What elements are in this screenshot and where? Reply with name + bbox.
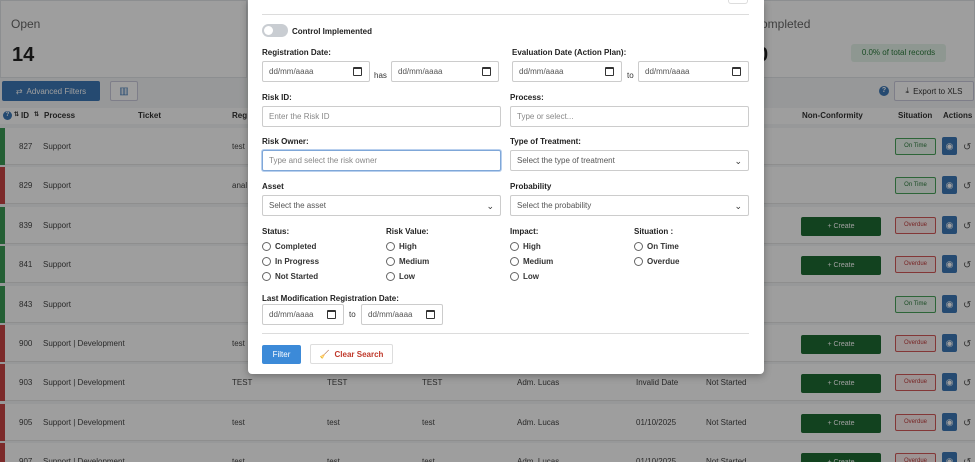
calendar-icon[interactable]	[353, 67, 362, 76]
control-implemented-toggle[interactable]	[262, 24, 288, 37]
date-placeholder: dd/mm/aaaa	[368, 310, 413, 319]
probability-selected-value: Select the probability	[517, 201, 592, 210]
risk-value-high-radio[interactable]	[386, 242, 395, 251]
evaluation-date-to[interactable]: dd/mm/aaaa	[638, 61, 749, 82]
calendar-icon[interactable]	[482, 67, 491, 76]
date-placeholder: dd/mm/aaaa	[645, 67, 690, 76]
calendar-icon[interactable]	[426, 310, 435, 319]
treatment-label: Type of Treatment:	[510, 137, 581, 146]
registration-date-from[interactable]: dd/mm/aaaa	[262, 61, 370, 82]
risk-value-medium-radio[interactable]	[386, 257, 395, 266]
risk-owner-input[interactable]: Type and select the risk owner	[262, 150, 501, 171]
risk-value-medium-label: Medium	[399, 257, 430, 266]
process-input[interactable]: Type or select...	[510, 106, 749, 127]
situation-label: Situation :	[634, 227, 674, 236]
impact-label: Impact:	[510, 227, 539, 236]
status-completed-radio[interactable]	[262, 242, 271, 251]
clear-search-label: Clear Search	[334, 349, 384, 359]
asset-label: Asset	[262, 182, 284, 191]
modal-close-button[interactable]	[728, 0, 748, 4]
risk-value-high-label: High	[399, 242, 417, 251]
status-completed-label: Completed	[275, 242, 317, 251]
probability-select[interactable]: Select the probability ⌄	[510, 195, 749, 216]
broom-icon: 🧹	[319, 349, 330, 359]
impact-high-label: High	[523, 242, 541, 251]
situation-overdue-label: Overdue	[647, 257, 680, 266]
asset-select[interactable]: Select the asset ⌄	[262, 195, 501, 216]
situation-on-time-radio[interactable]	[634, 242, 643, 251]
risk-value-label: Risk Value:	[386, 227, 429, 236]
process-placeholder: Type or select...	[517, 112, 574, 121]
last-mod-date-from[interactable]: dd/mm/aaaa	[262, 304, 344, 325]
status-in-progress-label: In Progress	[275, 257, 320, 266]
asset-selected-value: Select the asset	[269, 201, 326, 210]
status-not-started-radio[interactable]	[262, 272, 271, 281]
calendar-icon[interactable]	[605, 67, 614, 76]
registration-date-label: Registration Date:	[262, 48, 331, 57]
risk-value-low-radio[interactable]	[386, 272, 395, 281]
date-placeholder: dd/mm/aaaa	[269, 310, 314, 319]
date-placeholder: dd/mm/aaaa	[269, 67, 314, 76]
risk-value-low-label: Low	[399, 272, 415, 281]
chevron-down-icon: ⌄	[734, 156, 742, 166]
treatment-selected-value: Select the type of treatment	[517, 156, 615, 165]
evaluation-date-from[interactable]: dd/mm/aaaa	[512, 61, 622, 82]
risk-id-placeholder: Enter the Risk ID	[269, 112, 330, 121]
risk-owner-placeholder: Type and select the risk owner	[269, 156, 378, 165]
date-placeholder: dd/mm/aaaa	[398, 67, 443, 76]
registration-date-to[interactable]: dd/mm/aaaa	[391, 61, 499, 82]
status-label: Status:	[262, 227, 290, 236]
treatment-select[interactable]: Select the type of treatment ⌄	[510, 150, 749, 171]
chevron-down-icon: ⌄	[486, 201, 494, 211]
calendar-icon[interactable]	[732, 67, 741, 76]
impact-medium-label: Medium	[523, 257, 554, 266]
process-label: Process:	[510, 93, 544, 102]
risk-owner-label: Risk Owner:	[262, 137, 309, 146]
control-implemented-label: Control Implemented	[292, 27, 373, 36]
chevron-down-icon: ⌄	[734, 201, 742, 211]
impact-low-radio[interactable]	[510, 272, 519, 281]
situation-on-time-label: On Time	[647, 242, 679, 251]
risk-id-input[interactable]: Enter the Risk ID	[262, 106, 501, 127]
risk-id-label: Risk ID:	[262, 93, 292, 102]
advanced-filters-modal: Control Implemented Registration Date: d…	[248, 0, 764, 374]
has-separator: has	[374, 71, 387, 80]
filter-button[interactable]: Filter	[262, 345, 301, 364]
status-not-started-label: Not Started	[275, 272, 319, 281]
last-mod-date-to[interactable]: dd/mm/aaaa	[361, 304, 443, 325]
status-in-progress-radio[interactable]	[262, 257, 271, 266]
impact-low-label: Low	[523, 272, 539, 281]
modal-header-divider	[262, 14, 749, 15]
to-separator: to	[349, 310, 356, 319]
impact-high-radio[interactable]	[510, 242, 519, 251]
to-separator: to	[627, 71, 634, 80]
situation-overdue-radio[interactable]	[634, 257, 643, 266]
probability-label: Probability	[510, 182, 552, 191]
clear-search-button[interactable]: 🧹 Clear Search	[310, 344, 393, 364]
date-placeholder: dd/mm/aaaa	[519, 67, 564, 76]
last-mod-date-label: Last Modification Registration Date:	[262, 294, 399, 303]
impact-medium-radio[interactable]	[510, 257, 519, 266]
evaluation-date-label: Evaluation Date (Action Plan):	[512, 48, 627, 57]
calendar-icon[interactable]	[327, 310, 336, 319]
modal-footer-divider	[262, 333, 749, 334]
